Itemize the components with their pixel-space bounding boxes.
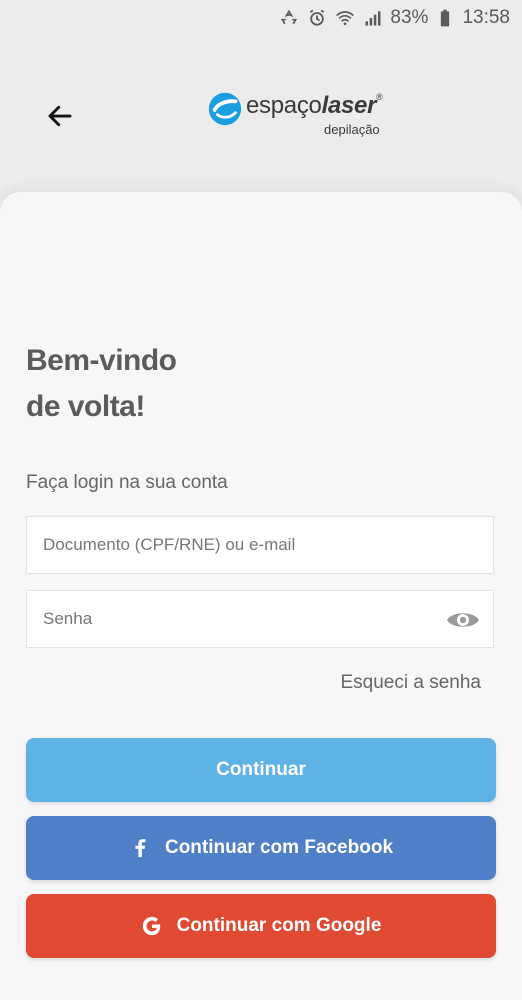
logo-mark-icon <box>208 92 242 126</box>
logo-registered: ® <box>376 92 383 102</box>
document-field <box>26 516 494 574</box>
welcome-title: Bem-vindo de volta! <box>26 338 177 430</box>
signal-icon <box>362 7 384 29</box>
battery-percent: 83% <box>390 7 429 28</box>
facebook-label: Continuar com Facebook <box>164 837 394 858</box>
logo-wordmark: espaçolaser® <box>246 92 383 120</box>
battery-icon <box>434 7 456 29</box>
header: espaçolaser® depilação <box>0 36 522 186</box>
logo-bold-text: laser <box>321 92 377 119</box>
google-label: Continuar com Google <box>176 915 382 936</box>
google-icon <box>142 916 160 936</box>
status-bar: 83% 13:58 <box>0 0 522 36</box>
password-input[interactable] <box>27 591 493 647</box>
google-login-button[interactable]: Continuar com Google <box>26 894 496 958</box>
brand-logo: espaçolaser® depilação <box>206 86 396 146</box>
arrow-left-icon <box>48 105 72 127</box>
login-subtitle: Faça login na sua conta <box>26 472 228 493</box>
wifi-icon <box>334 7 356 29</box>
status-time: 13:58 <box>462 7 510 28</box>
back-button[interactable] <box>40 96 80 136</box>
welcome-line-2: de volta! <box>26 390 145 423</box>
logo-light-text: espaço <box>246 92 322 119</box>
eye-icon[interactable] <box>445 607 481 633</box>
password-field <box>26 590 494 648</box>
recycle-icon <box>278 7 300 29</box>
alarm-icon <box>306 7 328 29</box>
welcome-line-1: Bem-vindo <box>26 344 177 377</box>
continue-button[interactable]: Continuar <box>26 738 496 802</box>
logo-subtitle: depilação <box>324 122 380 137</box>
facebook-login-button[interactable]: Continuar com Facebook <box>26 816 496 880</box>
forgot-password-link[interactable]: Esqueci a senha <box>341 672 482 694</box>
document-input[interactable] <box>27 517 493 573</box>
continue-label: Continuar <box>216 759 306 780</box>
login-card: Bem-vindo de volta! Faça login na sua co… <box>0 192 522 1000</box>
facebook-icon <box>135 839 146 858</box>
